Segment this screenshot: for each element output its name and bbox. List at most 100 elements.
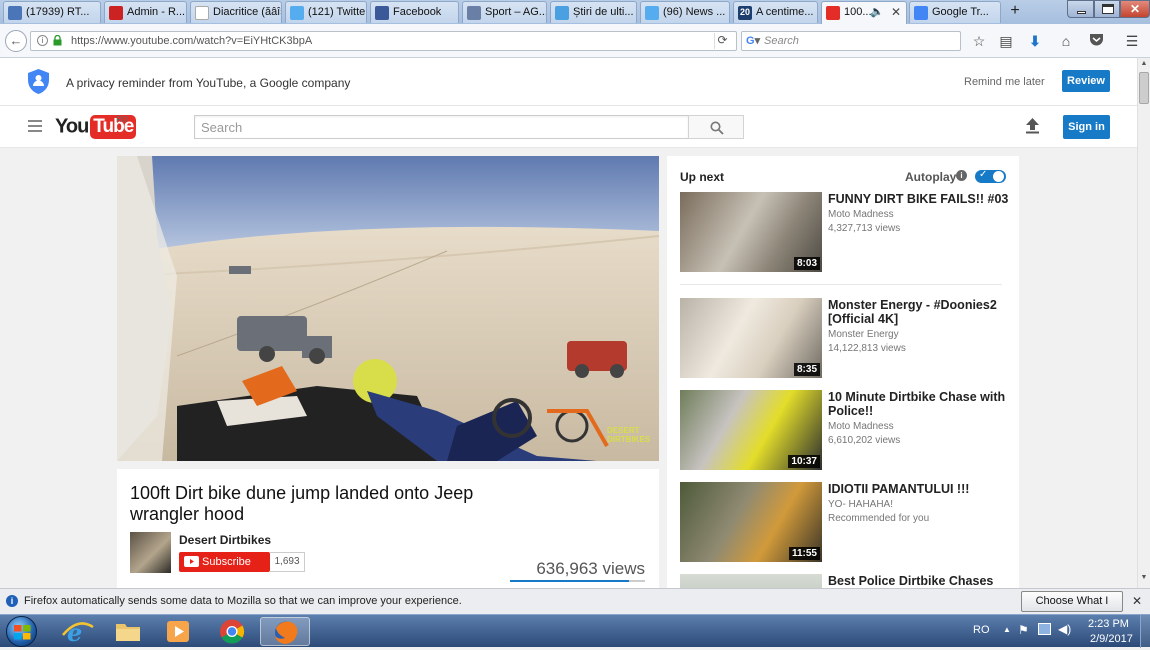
tab-admin[interactable]: Admin - R... (104, 1, 187, 23)
scroll-thumb[interactable] (1139, 72, 1149, 104)
flag-icon[interactable]: ⚑ (1018, 623, 1029, 637)
tab-sport[interactable]: Sport – AG... (462, 1, 547, 23)
internet-explorer-icon[interactable]: e (53, 617, 103, 647)
youtube-search-button[interactable] (688, 115, 744, 139)
privacy-text: A privacy reminder from YouTube, a Googl… (66, 76, 351, 90)
video-player[interactable]: DESERT DIRTBIKES (117, 156, 659, 461)
firefox-taskbar-icon[interactable] (260, 617, 310, 646)
video-thumbnail[interactable]: 10:37 (680, 390, 822, 470)
subscribe-button[interactable]: Subscribe (179, 552, 270, 572)
info-icon[interactable]: i (37, 35, 48, 46)
tab-label: (17939) RT... (26, 6, 90, 18)
guide-menu-icon[interactable] (28, 120, 42, 132)
remind-later-link[interactable]: Remind me later (964, 76, 1045, 88)
browser-search-field[interactable]: G▾ Search (741, 31, 961, 51)
media-player-icon[interactable] (153, 617, 203, 646)
tab-youtube[interactable]: 100... 🔈 ✕ (821, 1, 907, 24)
recommendation-title[interactable]: IDIOTII PAMANTULUI !!! (828, 482, 1013, 496)
reload-icon[interactable]: ⟳ (714, 33, 730, 49)
like-ratio-fill (510, 580, 629, 582)
recommendation-title[interactable]: Best Police Dirtbike Chases (828, 574, 1013, 588)
bookmarks-list-icon[interactable]: ▤ (997, 32, 1015, 50)
clock-time[interactable]: 2:23 PM (1088, 618, 1129, 630)
scroll-down-arrow[interactable]: ▼ (1139, 574, 1149, 584)
show-hidden-icons-icon[interactable]: ▲ (1003, 625, 1011, 634)
autoplay-toggle[interactable]: ✓ (975, 169, 1006, 183)
clock-date[interactable]: 2/9/2017 (1090, 633, 1133, 645)
tab-twenty[interactable]: 20 A centime... (733, 1, 818, 23)
video-thumbnail[interactable]: 8:03 (680, 192, 822, 272)
url-bar[interactable]: i https://www.youtube.com/watch?v=EiYHtC… (30, 31, 737, 51)
video-thumbnail[interactable]: 11:55 (680, 482, 822, 562)
duration-badge: 10:37 (788, 455, 820, 468)
recommendation-title[interactable]: 10 Minute Dirtbike Chase with Police!! (828, 390, 1013, 418)
tab-twitter[interactable]: (121) Twitter (285, 1, 367, 23)
menu-icon[interactable]: ☰ (1123, 32, 1141, 50)
file-explorer-icon[interactable] (103, 617, 153, 646)
maximize-button[interactable] (1094, 0, 1120, 18)
tab-facebook[interactable]: Facebook (370, 1, 459, 23)
channel-name[interactable]: Desert Dirtbikes (179, 533, 271, 547)
tab-twitter[interactable]: (96) News ... (640, 1, 730, 23)
windows-logo-icon (14, 625, 31, 640)
page-scrollbar[interactable]: ▲ ▼ (1137, 58, 1150, 588)
bookmark-star-icon[interactable]: ☆ (970, 32, 988, 50)
volume-icon[interactable]: ◀) (1058, 622, 1071, 636)
recommendation-item[interactable]: 8:03 FUNNY DIRT BIKE FAILS!! #03 Moto Madn… (680, 192, 1020, 272)
close-tab-icon[interactable]: ✕ (891, 5, 901, 19)
tab-rt[interactable]: (17939) RT... (3, 1, 101, 23)
video-thumbnail[interactable]: 8:35 (680, 298, 822, 378)
network-icon[interactable] (1038, 623, 1051, 635)
review-button[interactable]: Review (1062, 70, 1110, 92)
tab-label: 100... (844, 6, 872, 18)
show-desktop-button[interactable] (1140, 615, 1150, 648)
subscribe-play-icon (184, 556, 199, 567)
recommendation-channel: Monster Energy (828, 329, 899, 340)
recommendation-item[interactable]: 11:55 IDIOTII PAMANTULUI !!! YO- HAHAHA! Re… (680, 482, 1020, 562)
pocket-icon[interactable] (1087, 32, 1105, 50)
youtube-icon (826, 6, 840, 20)
new-tab-button[interactable]: + (1006, 2, 1024, 20)
recommendation-channel: Moto Madness (828, 209, 894, 220)
recommendation-channel: Moto Madness (828, 421, 894, 432)
facebook-icon (375, 6, 389, 20)
google-translate-icon (914, 6, 928, 20)
downloads-icon[interactable]: ⬇ (1026, 32, 1044, 50)
youtube-header: You Tube RO Search Sign in (0, 106, 1137, 148)
duration-badge: 8:03 (793, 257, 820, 270)
sign-in-button[interactable]: Sign in (1063, 115, 1110, 139)
video-thumbnail[interactable] (680, 574, 822, 588)
recommendation-item[interactable]: 8:35 Monster Energy - #Doonies2 [Official… (680, 298, 1020, 378)
back-button[interactable]: ← (5, 30, 27, 52)
recommendation-item[interactable]: Best Police Dirtbike Chases (680, 574, 1020, 588)
language-indicator[interactable]: RO (973, 624, 990, 636)
recommendation-title[interactable]: Monster Energy - #Doonies2 [Official 4K] (828, 298, 1013, 326)
google-search-icon: G▾ (746, 35, 761, 47)
up-next-label: Up next (680, 170, 725, 184)
info-circle-icon: i (6, 595, 18, 607)
tab-news[interactable]: Știri de ulti... (550, 1, 637, 23)
chrome-icon[interactable] (207, 617, 257, 646)
recommendation-item[interactable]: 10:37 10 Minute Dirtbike Chase with Polic… (680, 390, 1020, 470)
svg-text:e: e (67, 618, 82, 646)
minimize-button[interactable] (1067, 0, 1094, 18)
channel-avatar[interactable] (130, 532, 171, 573)
tab-blank-page[interactable]: Diacritice (ăâîșț... (190, 1, 282, 23)
start-button[interactable] (6, 616, 37, 647)
close-window-button[interactable]: ✕ (1120, 0, 1150, 18)
url-text[interactable]: https://www.youtube.com/watch?v=EiYHtCK3… (71, 35, 312, 47)
tab-google-translate[interactable]: Google Tr... (909, 1, 1001, 23)
recommendation-views: Recommended for you (828, 513, 930, 524)
tab-audio-icon[interactable]: 🔈 (870, 5, 884, 18)
video-frame (117, 156, 659, 461)
scroll-up-arrow[interactable]: ▲ (1139, 60, 1149, 70)
youtube-search-input[interactable]: Search (194, 115, 689, 139)
choose-what-i-share-button[interactable]: Choose What I Share (1021, 591, 1123, 626)
country-code: RO (116, 115, 128, 124)
close-notification-icon[interactable]: ✕ (1132, 594, 1142, 608)
upload-icon[interactable] (1025, 118, 1040, 137)
autoplay-info-icon[interactable]: i (956, 170, 967, 181)
youtube-logo[interactable]: You Tube RO (55, 115, 137, 141)
recommendation-title[interactable]: FUNNY DIRT BIKE FAILS!! #03 (828, 192, 1013, 206)
home-icon[interactable]: ⌂ (1057, 32, 1075, 50)
